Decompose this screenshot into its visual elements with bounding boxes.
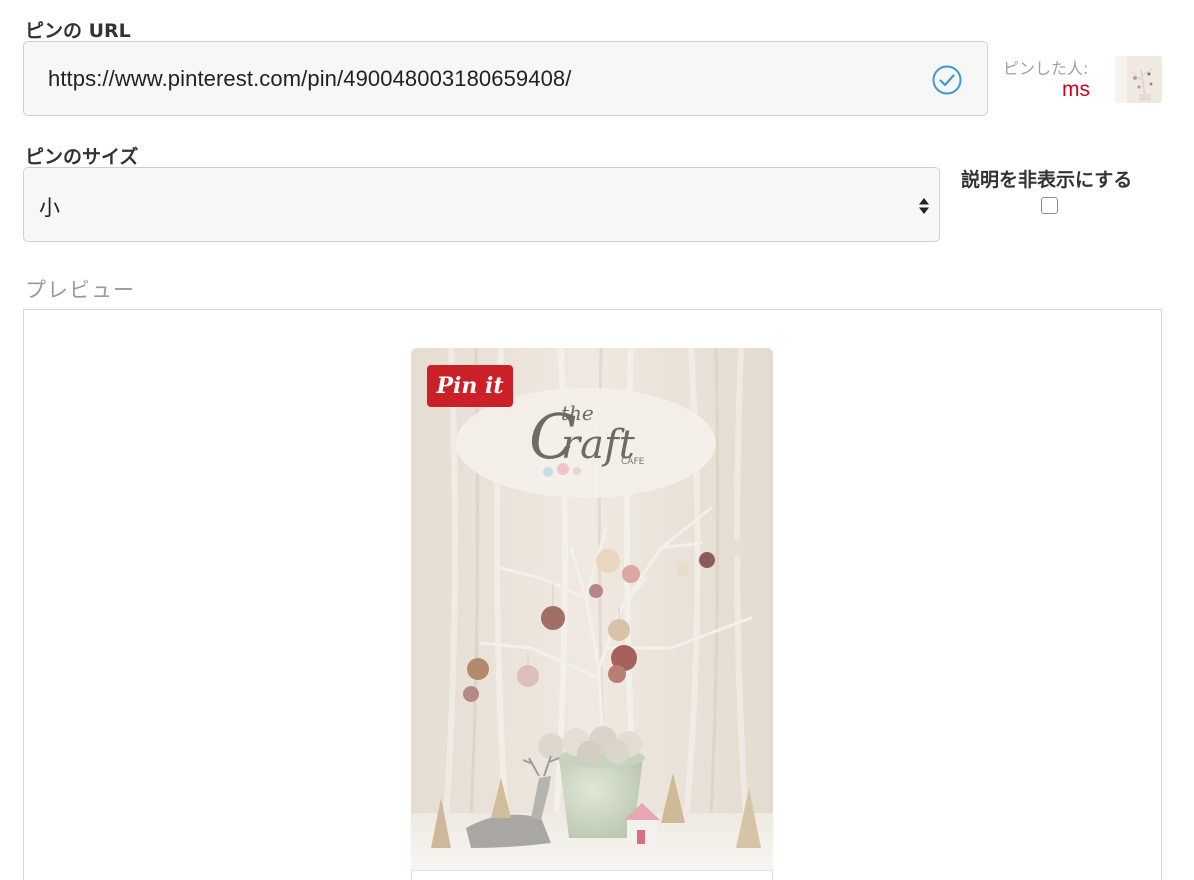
pin-url-value: https://www.pinterest.com/pin/4900480031…	[48, 66, 572, 91]
pin-embed-settings: ピンの URL https://www.pinterest.com/pin/49…	[0, 0, 1194, 880]
check-circle-icon	[932, 65, 962, 95]
pin-size-selected-value: 小	[39, 196, 60, 220]
pin-preview-card[interactable]: C raft the CAFE Pin it	[411, 348, 773, 880]
pin-size-label: ピンのサイズ	[25, 146, 139, 168]
pinner-name[interactable]: ms	[1062, 78, 1090, 102]
svg-text:CAFE: CAFE	[621, 457, 645, 467]
pin-size-select[interactable]: 小	[23, 167, 940, 242]
pin-url-input[interactable]: https://www.pinterest.com/pin/4900480031…	[23, 41, 988, 116]
pin-it-button[interactable]: Pin it	[427, 365, 513, 407]
pinner-label: ピンした人:	[1003, 59, 1089, 78]
hide-description-label: 説明を非表示にする	[961, 169, 1133, 191]
svg-text:the: the	[561, 401, 594, 425]
pin-card-footer	[411, 870, 773, 880]
pin-url-label: ピンの URL	[25, 20, 131, 42]
hide-description-checkbox[interactable]	[1041, 197, 1058, 214]
preview-heading: プレビュー	[25, 278, 135, 302]
pin-image: C raft the CAFE	[411, 348, 773, 873]
pinner-avatar[interactable]	[1115, 56, 1162, 103]
select-arrows-icon	[919, 198, 929, 214]
